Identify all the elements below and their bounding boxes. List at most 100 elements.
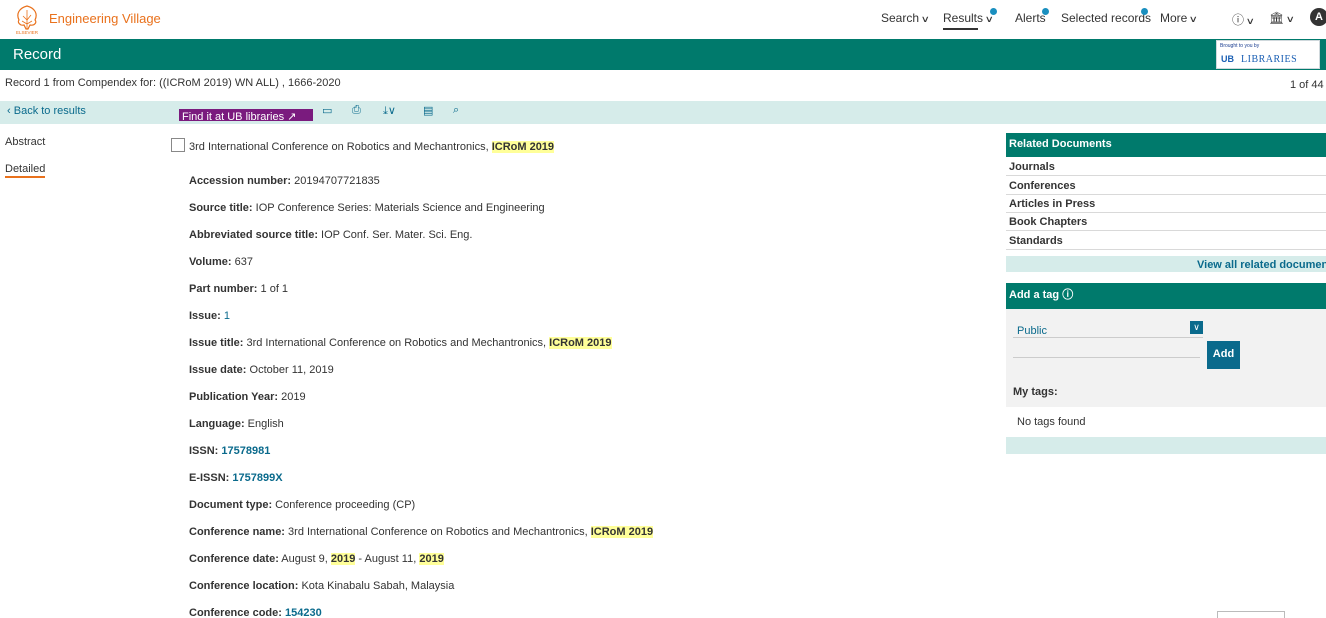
- back-to-results-label: Back to results: [13, 105, 86, 117]
- field-highlight: 2019: [330, 553, 356, 565]
- view-all-bar: View all related documents: [1006, 256, 1326, 272]
- field-issn: ISSN: 17578981: [189, 445, 270, 457]
- elsevier-tree-logo-icon[interactable]: ELSEVIER: [11, 2, 43, 35]
- add-tag-button[interactable]: Add: [1207, 341, 1240, 369]
- record-toolbar: ‹ Back to results Find it at UB librarie…: [0, 101, 1326, 124]
- issue-link[interactable]: 1: [224, 310, 230, 322]
- nav-selected-records-label: Selected records: [1061, 11, 1152, 25]
- nav-institution[interactable]: 🏛 ∨: [1269, 11, 1296, 25]
- field-label: Language:: [189, 418, 245, 430]
- document-title-text: 3rd International Conference on Robotics…: [189, 141, 492, 153]
- field-highlight: ICRoM 2019: [549, 337, 612, 349]
- alerts-badge: [1042, 8, 1049, 15]
- ub-libraries-logo[interactable]: Brought to you by UB LIBRARIES: [1216, 40, 1320, 69]
- tag-visibility-select[interactable]: Public: [1013, 322, 1203, 338]
- nav-search[interactable]: Search ∨: [881, 11, 930, 25]
- chevron-down-icon: ∨: [1189, 14, 1199, 24]
- field-e-issn: E-ISSN: 1757899X: [189, 472, 283, 484]
- field-label: Part number:: [189, 283, 258, 295]
- field-value: October 11, 2019: [246, 364, 334, 376]
- floating-widget[interactable]: [1217, 611, 1285, 618]
- nav-alerts-label: Alerts: [1015, 11, 1046, 25]
- abstract-link[interactable]: Abstract: [5, 136, 45, 148]
- nav-more-label: More: [1160, 11, 1188, 25]
- related-conferences[interactable]: Conferences: [1006, 177, 1326, 195]
- nav-selected-records[interactable]: Selected records: [1061, 8, 1152, 25]
- nav-help[interactable]: ⓘ ∨: [1232, 11, 1255, 28]
- institution-icon: 🏛: [1269, 11, 1285, 25]
- view-all-related-link[interactable]: View all related documents: [1197, 259, 1326, 271]
- top-navigation: ELSEVIER Engineering Village Search ∨ Res…: [0, 0, 1326, 39]
- related-documents-header: Related Documents: [1006, 133, 1326, 157]
- chevron-down-icon: ∨: [1285, 14, 1296, 24]
- page-title: Record: [13, 46, 62, 63]
- nav-alerts[interactable]: Alerts: [1015, 8, 1049, 25]
- document-title-highlight: ICRoM 2019: [491, 141, 555, 153]
- external-link-icon: ↗: [287, 111, 297, 121]
- field-abbreviated-source-title: Abbreviated source title: IOP Conf. Ser.…: [189, 229, 472, 241]
- field-label: Volume:: [189, 256, 232, 268]
- tag-input[interactable]: [1013, 342, 1200, 358]
- field-value: IOP Conf. Ser. Mater. Sci. Eng.: [317, 229, 473, 241]
- related-articles-in-press[interactable]: Articles in Press: [1006, 195, 1326, 213]
- field-value: English: [244, 418, 284, 430]
- conference-code-link[interactable]: 154230: [285, 607, 322, 618]
- avatar[interactable]: A: [1310, 8, 1326, 26]
- field-value: 1 of 1: [257, 283, 289, 295]
- svg-text:ELSEVIER: ELSEVIER: [16, 30, 39, 35]
- field-part-number: Part number: 1 of 1: [189, 283, 288, 295]
- field-label: Document type:: [189, 499, 273, 511]
- results-badge: [990, 8, 997, 15]
- comment-icon[interactable]: ▭: [322, 104, 332, 117]
- ub-logo-mark: UB: [1221, 54, 1234, 64]
- field-accession-number: Accession number: 20194707721835: [189, 175, 380, 187]
- field-label: E-ISSN:: [189, 472, 230, 484]
- info-icon[interactable]: ⓘ: [1062, 289, 1073, 301]
- print-icon[interactable]: ⎙: [352, 104, 361, 117]
- detailed-link[interactable]: Detailed: [5, 163, 45, 175]
- related-journals[interactable]: Journals: [1006, 158, 1326, 176]
- find-it-button[interactable]: Find it at UB libraries ↗: [179, 109, 313, 121]
- field-publication-year: Publication Year: 2019: [189, 391, 306, 403]
- chevron-down-icon: ∨: [920, 14, 930, 24]
- page-counter: 1 of 44: [1290, 79, 1324, 91]
- related-standards[interactable]: Standards: [1006, 232, 1326, 250]
- field-conference-name: Conference name: 3rd International Confe…: [189, 526, 654, 538]
- field-source-title: Source title: IOP Conference Series: Mat…: [189, 202, 545, 214]
- field-label: Issue date:: [189, 364, 247, 376]
- search-icon[interactable]: ⌕: [453, 104, 459, 117]
- field-highlight: 2019: [419, 553, 444, 565]
- issn-link[interactable]: 17578981: [221, 445, 270, 457]
- nav-results[interactable]: Results ∨: [943, 8, 997, 25]
- field-conference-code: Conference code: 154230: [189, 607, 322, 618]
- select-record-checkbox[interactable]: [171, 138, 185, 152]
- field-label: Conference code:: [189, 607, 282, 618]
- find-it-label: Find it at UB libraries: [182, 111, 285, 121]
- chevron-down-icon[interactable]: ∨: [1190, 321, 1203, 334]
- nav-results-label: Results: [943, 11, 984, 25]
- field-conference-location: Conference location: Kota Kinabalu Sabah…: [189, 580, 454, 592]
- field-label: Issue title:: [189, 337, 244, 349]
- download-icon[interactable]: ⤓∨: [383, 104, 396, 118]
- field-document-type: Document type: Conference proceeding (CP…: [189, 499, 415, 511]
- field-value: 637: [231, 256, 253, 268]
- field-label: Accession number:: [189, 175, 292, 187]
- back-to-results-link[interactable]: ‹ Back to results: [7, 105, 86, 117]
- field-label: Abbreviated source title:: [189, 229, 318, 241]
- field-value: August 9,: [278, 553, 331, 565]
- e-issn-link[interactable]: 1757899X: [232, 472, 282, 484]
- record-info: Record 1 from Compendex for: ((ICRoM 201…: [5, 77, 341, 89]
- brand-name[interactable]: Engineering Village: [49, 11, 161, 26]
- related-book-chapters[interactable]: Book Chapters: [1006, 213, 1326, 231]
- field-label: Conference date:: [189, 553, 279, 565]
- field-conference-date: Conference date: August 9, 2019 - August…: [189, 553, 444, 565]
- tag-visibility-value: Public: [1017, 325, 1047, 337]
- field-language: Language: English: [189, 418, 284, 430]
- save-to-folder-icon[interactable]: ▤: [423, 104, 433, 117]
- ub-logo-tagline: Brought to you by: [1220, 43, 1260, 49]
- field-label: Issue:: [189, 310, 221, 322]
- my-tags-label: My tags:: [1013, 386, 1058, 398]
- chevron-down-icon: ∨: [984, 14, 994, 24]
- my-tags-list: No tags found: [1006, 407, 1326, 437]
- nav-more[interactable]: More ∨: [1160, 11, 1199, 25]
